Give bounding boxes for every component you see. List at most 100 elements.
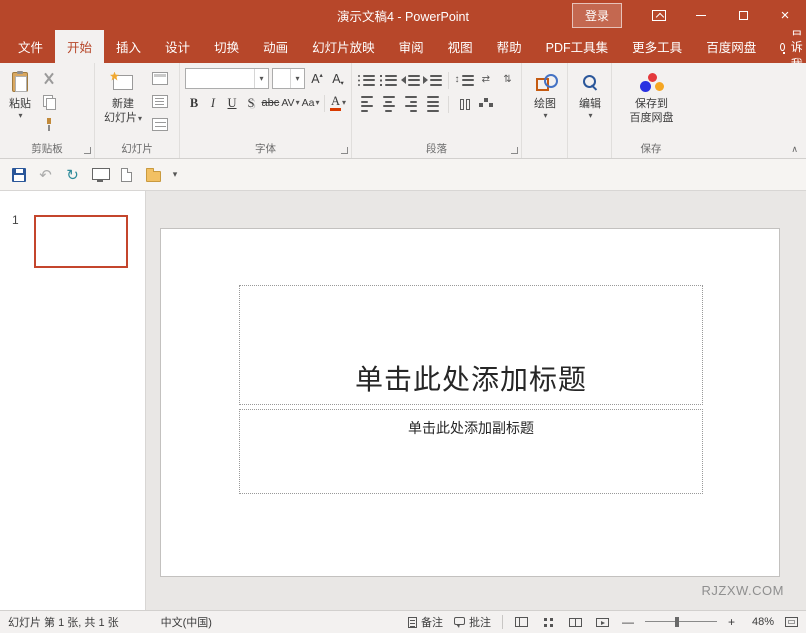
smartart-convert-button[interactable] (477, 94, 496, 114)
tab-view[interactable]: 视图 (436, 30, 485, 63)
tab-pdf-tools[interactable]: PDF工具集 (534, 30, 621, 63)
language-indicator[interactable]: 中文(中国) (161, 614, 212, 630)
zoom-out-button[interactable]: — (622, 615, 634, 629)
section-button[interactable] (149, 115, 171, 134)
text-direction-button[interactable]: ⇄ (477, 70, 496, 90)
increase-indent-button[interactable] (423, 70, 442, 90)
align-text-button[interactable]: ⇅ (498, 70, 517, 90)
tab-file[interactable]: 文件 (6, 30, 55, 63)
tab-baidu-pan[interactable]: 百度网盘 (694, 30, 768, 63)
tab-slideshow[interactable]: 幻灯片放映 (300, 30, 387, 63)
align-left-button[interactable] (357, 94, 376, 114)
copy-button[interactable] (38, 92, 60, 111)
font-size-combobox[interactable]: ▾ (272, 68, 305, 89)
font-dialog-launcher[interactable] (341, 147, 348, 154)
cut-button[interactable] (38, 69, 60, 88)
shrink-font-button[interactable]: A▾ (329, 69, 347, 89)
paragraph-group: ↕ ⇄ ⇅ 段落 (352, 63, 522, 158)
normal-view-button[interactable] (514, 615, 530, 629)
login-button[interactable]: 登录 (572, 3, 622, 28)
chevron-down-icon: ▾ (290, 69, 304, 88)
font-name-combobox[interactable]: ▾ (185, 68, 269, 89)
titlebar-controls: 登录 × (572, 0, 806, 30)
decrease-indent-button[interactable] (401, 70, 420, 90)
font-color-button[interactable]: A▾ (329, 93, 347, 113)
zoom-level[interactable]: 48% (746, 616, 774, 628)
comments-button[interactable]: 批注 (454, 614, 491, 630)
editing-group: 编辑 ▾ (568, 63, 612, 158)
open-file-button[interactable] (141, 162, 166, 187)
editing-button[interactable]: 编辑 ▾ (572, 66, 608, 123)
zoom-slider[interactable] (645, 616, 717, 628)
underline-button[interactable]: U (223, 93, 241, 113)
new-slide-button[interactable]: 新建幻灯片▾ (99, 66, 147, 137)
save-button[interactable] (6, 162, 31, 187)
chevron-down-icon: ▾ (543, 112, 547, 120)
save-group-label: 保存 (612, 141, 690, 156)
tab-insert[interactable]: 插入 (104, 30, 153, 63)
drawing-button[interactable]: 绘图 ▾ (526, 66, 564, 123)
reading-view-button[interactable] (568, 615, 584, 629)
align-right-button[interactable] (401, 94, 420, 114)
ribbon-display-options-button[interactable] (638, 0, 680, 30)
slide-thumbnail[interactable] (34, 215, 128, 268)
slides-group-label: 幻灯片 (95, 141, 179, 156)
slide-sorter-button[interactable] (541, 615, 557, 629)
paste-button[interactable]: 粘贴 ▾ (4, 66, 36, 137)
copy-icon (43, 95, 55, 108)
tab-design[interactable]: 设计 (153, 30, 202, 63)
new-document-button[interactable] (114, 162, 139, 187)
text-shadow-button[interactable]: S (242, 93, 260, 113)
clipboard-group: 粘贴 ▾ 剪贴板 (0, 63, 95, 158)
reset-icon (152, 95, 168, 108)
zoom-slider-thumb[interactable] (675, 617, 679, 627)
tab-review[interactable]: 审阅 (387, 30, 436, 63)
maximize-button[interactable] (722, 0, 764, 30)
line-spacing-button[interactable]: ↕ (455, 70, 474, 90)
save-to-baidu-pan-button[interactable]: 保存到百度网盘 (616, 66, 687, 129)
clipboard-dialog-launcher[interactable] (84, 147, 91, 154)
align-center-icon (383, 96, 395, 112)
tab-animations[interactable]: 动画 (251, 30, 300, 63)
paragraph-dialog-launcher[interactable] (511, 147, 518, 154)
magnifier-icon (582, 74, 599, 90)
columns-button[interactable] (455, 94, 474, 114)
close-button[interactable]: × (764, 0, 806, 30)
numbering-button[interactable] (379, 70, 398, 90)
layout-button[interactable] (149, 69, 171, 88)
bullets-icon (358, 74, 360, 86)
reset-button[interactable] (149, 92, 171, 111)
notes-icon (408, 617, 417, 628)
justify-button[interactable] (423, 94, 442, 114)
redo-button[interactable]: ↻ (60, 162, 85, 187)
tab-transitions[interactable]: 切换 (202, 30, 251, 63)
minimize-button[interactable] (680, 0, 722, 30)
customize-qat-button[interactable]: ▾ (168, 169, 182, 180)
tab-home[interactable]: 开始 (55, 30, 104, 63)
italic-button[interactable]: I (204, 93, 222, 113)
grow-font-button[interactable]: A▴ (308, 69, 326, 89)
bold-button[interactable]: B (185, 93, 203, 113)
notes-button[interactable]: 备注 (408, 614, 443, 630)
character-spacing-button[interactable]: AV▾ (281, 93, 300, 113)
align-right-icon (405, 96, 417, 112)
fit-to-window-button[interactable] (785, 617, 798, 627)
tell-me-button[interactable]: 告诉我 (768, 30, 806, 63)
subtitle-placeholder[interactable]: 单击此处添加副标题 (239, 409, 703, 494)
tab-help[interactable]: 帮助 (485, 30, 534, 63)
strikethrough-button[interactable]: abc (261, 93, 280, 113)
title-placeholder[interactable]: 单击此处添加标题 (239, 285, 703, 405)
bullets-button[interactable] (357, 70, 376, 90)
zoom-in-button[interactable]: + (728, 615, 735, 629)
change-case-button[interactable]: Aa▾ (301, 93, 320, 113)
slideshow-view-button[interactable] (595, 615, 611, 629)
scissors-icon (43, 72, 55, 85)
collapse-ribbon-button[interactable]: ∧ (791, 144, 798, 155)
start-slideshow-button[interactable] (87, 162, 112, 187)
format-painter-button[interactable] (38, 115, 60, 134)
align-center-button[interactable] (379, 94, 398, 114)
undo-button[interactable]: ↶ (33, 162, 58, 187)
font-group-label: 字体 (180, 141, 351, 156)
slide[interactable]: 单击此处添加标题 单击此处添加副标题 (160, 228, 780, 577)
tab-more-tools[interactable]: 更多工具 (620, 30, 694, 63)
